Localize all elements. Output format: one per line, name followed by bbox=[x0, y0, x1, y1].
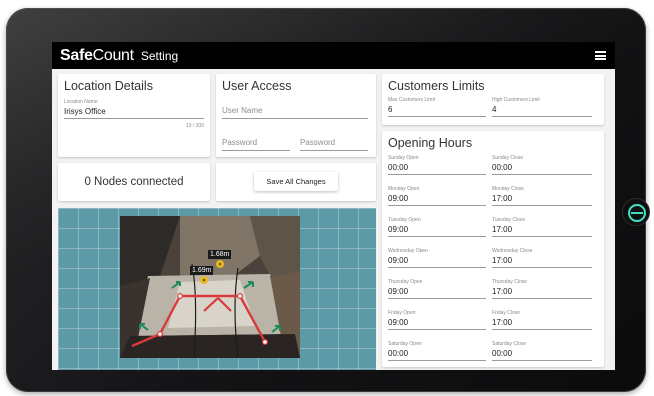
zone-vertex bbox=[176, 292, 183, 299]
close-time-label: Thursday Close bbox=[492, 279, 528, 285]
close-time-label: Monday Close bbox=[492, 186, 524, 192]
nodes-connected-text: 0 Nodes connected bbox=[84, 176, 184, 188]
open-time-label: Friday Open bbox=[388, 310, 416, 316]
username-input[interactable]: User Name bbox=[222, 106, 368, 119]
open-time-label: Saturday Open bbox=[388, 341, 422, 347]
direction-arrow-icon bbox=[243, 281, 254, 289]
close-time-input[interactable]: 17:00 bbox=[492, 194, 592, 206]
direction-arrow-icon bbox=[139, 323, 149, 331]
opening-hours-row: Wednesday Open 09:00 Wednesday Close 17:00 bbox=[382, 248, 604, 276]
close-time-input[interactable]: 00:00 bbox=[492, 349, 592, 361]
opening-hours-row: Saturday Open 00:00 Saturday Close 00:00 bbox=[382, 341, 604, 369]
open-time-label: Wednesday Open bbox=[388, 248, 428, 254]
zone-vertex bbox=[156, 330, 163, 337]
close-time-label: Wednesday Close bbox=[492, 248, 533, 254]
opening-hours-row: Thursday Open 09:00 Thursday Close 17:00 bbox=[382, 279, 604, 307]
brand-rest: Count bbox=[92, 46, 135, 64]
open-time-input[interactable]: 00:00 bbox=[388, 349, 486, 361]
location-name-label: Location Name bbox=[64, 99, 98, 105]
open-time-label: Tuesday Open bbox=[388, 217, 421, 223]
close-time-label: Tuesday Close bbox=[492, 217, 526, 223]
location-details-title: Location Details bbox=[64, 79, 153, 93]
customers-limits-card: Customers Limits Max Customers Limit 6 H… bbox=[382, 74, 604, 125]
close-time-input[interactable]: 00:00 bbox=[492, 163, 592, 175]
close-time-input[interactable]: 17:00 bbox=[492, 318, 592, 330]
opening-hours-row: Sunday Open 00:00 Sunday Close 00:00 bbox=[382, 155, 604, 183]
max-limit-label: Max Customers Limit bbox=[388, 97, 435, 103]
height-label: 1.68m bbox=[208, 250, 232, 259]
app-bar: SafeCount Setting bbox=[52, 42, 615, 69]
zone-line-left-lower bbox=[131, 332, 161, 348]
password-confirm-input[interactable]: Password bbox=[300, 138, 368, 151]
location-details-card: Location Details Location Name Irisys Of… bbox=[58, 74, 210, 157]
save-card: Save All Changes bbox=[216, 163, 376, 201]
open-time-input[interactable]: 09:00 bbox=[388, 318, 486, 330]
close-time-input[interactable]: 17:00 bbox=[492, 225, 592, 237]
high-limit-label: High Customers Limit bbox=[492, 97, 540, 103]
password-input[interactable]: Password bbox=[222, 138, 290, 151]
open-time-input[interactable]: 09:00 bbox=[388, 256, 486, 268]
counting-zone-overlay bbox=[131, 260, 281, 348]
location-name-char-count: 13 / 200 bbox=[185, 123, 204, 129]
height-label: 1.69m bbox=[190, 266, 214, 275]
opening-hours-row: Tuesday Open 09:00 Tuesday Close 17:00 bbox=[382, 217, 604, 245]
open-time-label: Sunday Open bbox=[388, 155, 419, 161]
location-name-input[interactable]: Irisys Office bbox=[64, 107, 204, 119]
close-time-label: Saturday Close bbox=[492, 341, 527, 347]
close-time-input[interactable]: 17:00 bbox=[492, 256, 592, 268]
nodes-connected-card: 0 Nodes connected bbox=[58, 163, 210, 201]
direction-arrow-icon bbox=[271, 325, 281, 333]
opening-hours-row: Friday Open 09:00 Friday Close 17:00 bbox=[382, 310, 604, 338]
high-limit-input[interactable]: 4 bbox=[492, 105, 592, 117]
customers-limits-title: Customers Limits bbox=[388, 79, 485, 93]
zone-vertex bbox=[236, 292, 243, 299]
open-time-input[interactable]: 00:00 bbox=[388, 163, 486, 175]
hamburger-menu-icon[interactable] bbox=[595, 51, 606, 60]
inner-arrow bbox=[203, 297, 232, 312]
close-time-label: Sunday Close bbox=[492, 155, 524, 161]
brand-bold: Safe bbox=[60, 46, 93, 64]
zone-line-left bbox=[158, 295, 182, 335]
open-time-label: Thursday Open bbox=[388, 279, 423, 285]
open-time-input[interactable]: 09:00 bbox=[388, 194, 486, 206]
close-time-label: Friday Close bbox=[492, 310, 521, 316]
open-time-label: Monday Open bbox=[388, 186, 420, 192]
opening-hours-title: Opening Hours bbox=[388, 136, 473, 150]
sensor-map-panel: 1.68m 1.69m bbox=[58, 208, 376, 370]
home-button[interactable] bbox=[622, 198, 650, 226]
max-limit-input[interactable]: 6 bbox=[388, 105, 486, 117]
brand-logo: SafeCount bbox=[60, 47, 134, 65]
open-time-input[interactable]: 09:00 bbox=[388, 225, 486, 237]
sensor-camera-view: 1.68m 1.69m bbox=[120, 216, 300, 358]
page-title: Setting bbox=[140, 48, 179, 63]
app-screen: SafeCount Setting Location Details Locat… bbox=[52, 42, 615, 370]
power-ring-icon bbox=[628, 204, 646, 222]
opening-hours-card: Opening Hours Sunday Open 00:00 Sunday Clo… bbox=[382, 131, 604, 367]
save-all-changes-button[interactable]: Save All Changes bbox=[254, 172, 338, 191]
opening-hours-row: Monday Open 09:00 Monday Close 17:00 bbox=[382, 186, 604, 214]
user-access-title: User Access bbox=[222, 79, 292, 93]
open-time-input[interactable]: 09:00 bbox=[388, 287, 486, 299]
direction-arrow-icon bbox=[171, 281, 181, 289]
zone-vertex bbox=[262, 338, 269, 345]
close-time-input[interactable]: 17:00 bbox=[492, 287, 592, 299]
user-access-card: User Access User Name Password Password bbox=[216, 74, 376, 157]
